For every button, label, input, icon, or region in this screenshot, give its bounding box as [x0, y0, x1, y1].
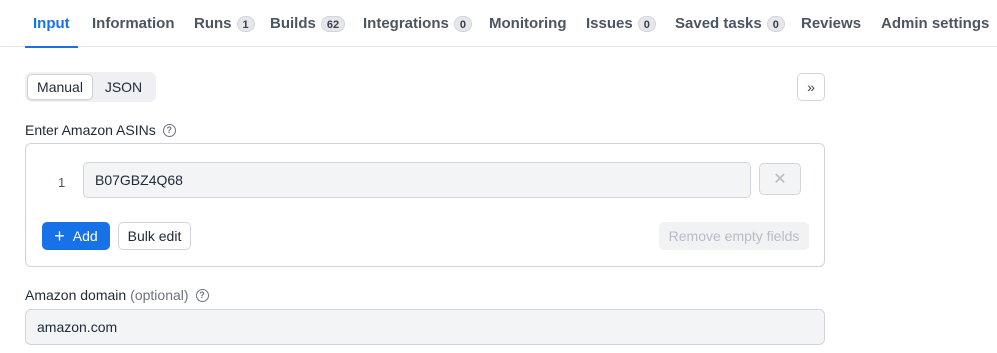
- add-label: Add: [72, 228, 98, 244]
- builds-count-badge: 62: [320, 15, 346, 32]
- tab-input[interactable]: Input: [25, 0, 78, 48]
- remove-empty-fields-button[interactable]: Remove empty fields: [659, 222, 809, 250]
- collapse-panel-button[interactable]: »: [797, 73, 825, 101]
- asins-field-label: Enter Amazon ASINs ?: [25, 122, 176, 138]
- tab-bar: Input Information Runs 1 Builds 62 Integra…: [0, 0, 997, 48]
- issues-count-badge: 0: [637, 15, 656, 32]
- row-index: 1: [58, 175, 66, 190]
- help-icon[interactable]: ?: [162, 123, 176, 137]
- tab-saved-tasks[interactable]: Saved tasks 0: [675, 0, 785, 47]
- tab-information[interactable]: Information: [92, 0, 175, 47]
- add-asin-button[interactable]: + Add: [42, 222, 110, 250]
- tab-reviews[interactable]: Reviews: [801, 0, 861, 47]
- tab-issues[interactable]: Issues 0: [586, 0, 656, 47]
- close-icon: ✕: [773, 171, 787, 188]
- asin-input[interactable]: [83, 162, 751, 198]
- saved-tasks-count-badge: 0: [766, 15, 785, 32]
- optional-hint: (optional): [130, 287, 189, 303]
- plus-icon: +: [54, 226, 65, 246]
- tab-admin-settings[interactable]: Admin settings: [881, 0, 989, 47]
- tab-integrations[interactable]: Integrations 0: [363, 0, 472, 47]
- remove-row-button[interactable]: ✕: [759, 163, 801, 195]
- json-mode-button[interactable]: JSON: [93, 74, 154, 100]
- bulk-edit-button[interactable]: Bulk edit: [118, 222, 191, 250]
- asins-list-panel: 1 ✕ + Add Bulk edit Remove empty fields: [25, 143, 825, 267]
- help-icon[interactable]: ?: [195, 288, 209, 302]
- integrations-count-badge: 0: [453, 15, 472, 32]
- amazon-domain-input[interactable]: [25, 309, 825, 345]
- manual-mode-button[interactable]: Manual: [27, 74, 93, 100]
- input-mode-toggle: Manual JSON: [25, 72, 156, 102]
- tab-runs[interactable]: Runs 1: [194, 0, 255, 47]
- double-chevron-right-icon: »: [807, 79, 815, 95]
- domain-field-label: Amazon domain (optional) ?: [25, 287, 209, 303]
- tab-builds[interactable]: Builds 62: [270, 0, 346, 47]
- tab-monitoring[interactable]: Monitoring: [489, 0, 566, 47]
- runs-count-badge: 1: [236, 15, 255, 32]
